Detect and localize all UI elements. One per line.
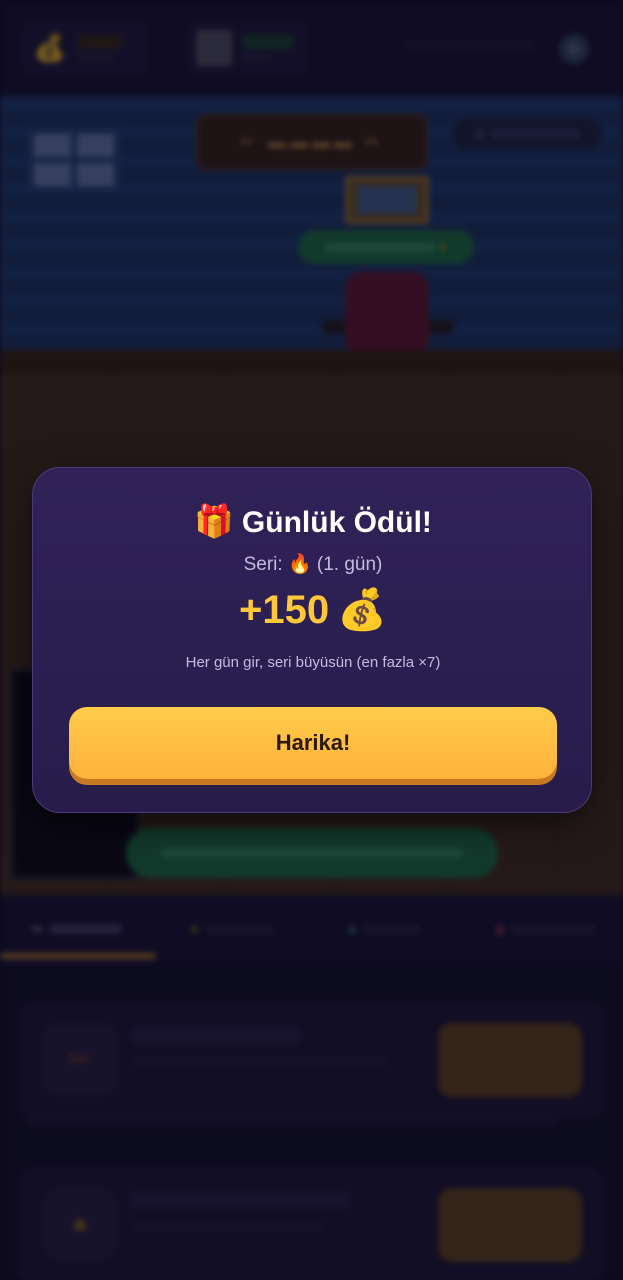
reward-amount-value: +150 <box>239 588 330 632</box>
reward-amount: +150 💰 <box>33 586 593 633</box>
reward-hint: Her gün gir, seri büyüsün (en fazla ×7) <box>185 654 441 671</box>
claim-button[interactable]: Harika! <box>69 707 557 779</box>
gift-icon: 🎁 <box>194 503 234 539</box>
modal-title: 🎁 Günlük Ödül! <box>33 502 593 540</box>
daily-reward-modal: 🎁 Günlük Ödül! Seri: 🔥 (1. gün) +150 💰 Her… <box>32 467 592 813</box>
modal-title-text: Günlük Ödül! <box>241 506 432 539</box>
money-bag-icon: 💰 <box>337 588 387 632</box>
streak-text: Seri: 🔥 (1. gün) <box>243 554 383 575</box>
